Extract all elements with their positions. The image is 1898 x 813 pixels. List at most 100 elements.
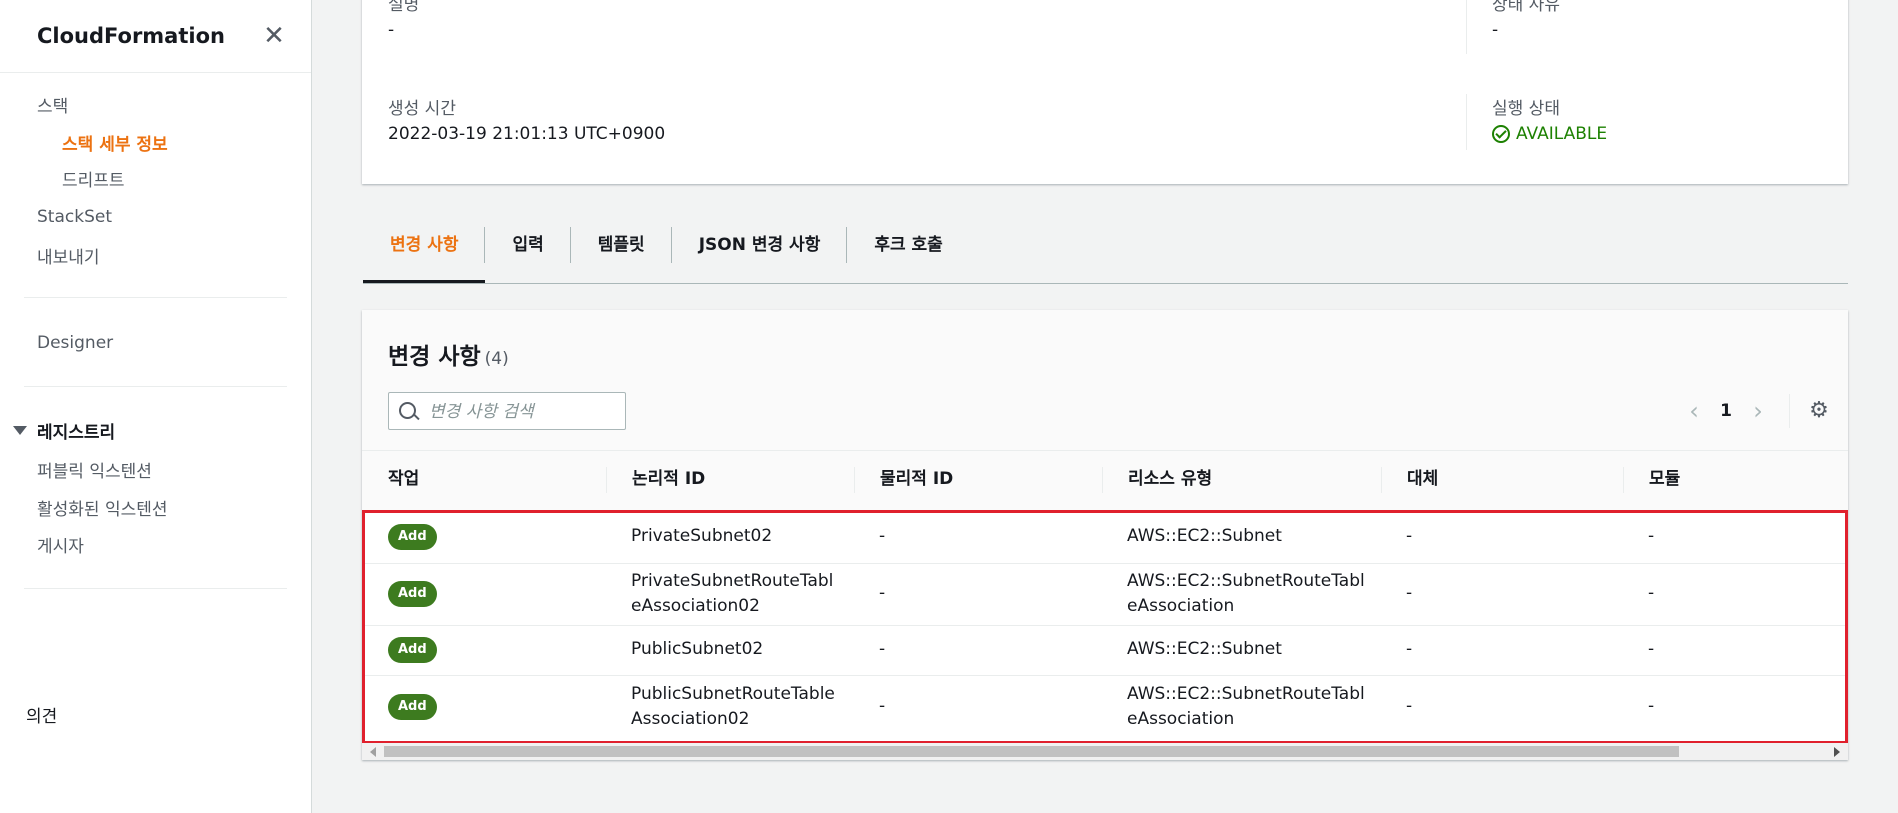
physical-id: -: [879, 526, 886, 546]
tab-template[interactable]: 템플릿: [571, 225, 672, 283]
table-row: Add PrivateSubnet02 - AWS::EC2::Subnet -…: [362, 511, 1848, 564]
sidebar-section-registry[interactable]: 레지스트리: [37, 418, 115, 443]
tab-label: 입력: [512, 235, 544, 255]
tab-changes[interactable]: 변경 사항: [363, 225, 486, 283]
sidebar-item-publisher[interactable]: 게시자: [37, 532, 84, 557]
column-header-label: 작업: [388, 469, 420, 489]
column-header-physical-id[interactable]: 물리적 ID: [854, 451, 1102, 511]
chevron-right-icon[interactable]: ›: [1743, 397, 1773, 425]
changes-search[interactable]: [388, 392, 626, 431]
scroll-right-icon[interactable]: [1834, 747, 1840, 757]
column-header-resource-type[interactable]: 리소스 유형: [1102, 451, 1381, 511]
side-navigation: CloudFormation ✕ 스택 스택 세부 정보 드리프트 StackS…: [0, 0, 312, 813]
logical-id: PublicSubnet02: [631, 639, 764, 659]
chevron-left-icon[interactable]: ‹: [1679, 397, 1709, 425]
horizontal-scrollbar[interactable]: [362, 743, 1848, 760]
physical-id: -: [879, 696, 886, 716]
replacement: -: [1406, 696, 1413, 716]
column-header-action[interactable]: 작업: [362, 451, 606, 511]
resource-type: AWS::EC2::Subnet: [1127, 526, 1282, 546]
tab-label: 후크 호출: [874, 235, 943, 255]
status-reason-value: -: [1492, 20, 1499, 40]
sidebar-divider: [24, 588, 287, 589]
module: -: [1648, 526, 1655, 546]
execution-status: AVAILABLE: [1492, 124, 1607, 144]
description-label: 설명: [388, 0, 420, 15]
scrollbar-thumb[interactable]: [384, 746, 1679, 757]
resource-type-line-2: eAssociation: [1127, 709, 1235, 729]
tab-list: 변경 사항 입력 템플릿 JSON 변경 사항 후크 호출: [363, 225, 1848, 284]
sidebar-title[interactable]: CloudFormation: [37, 24, 225, 48]
replacement: -: [1406, 639, 1413, 659]
column-divider: [1466, 94, 1467, 150]
tab-label: 템플릿: [597, 235, 645, 255]
module: -: [1648, 583, 1655, 603]
column-header-label: 리소스 유형: [1128, 469, 1213, 489]
column-divider: [1102, 467, 1103, 493]
page-number[interactable]: 1: [1709, 401, 1743, 421]
column-divider: [1466, 0, 1467, 54]
sidebar-item-public-extensions[interactable]: 퍼블릭 익스텐션: [37, 457, 152, 482]
replacement: -: [1406, 526, 1413, 546]
column-header-label: 물리적 ID: [880, 469, 954, 489]
sidebar-item-activated-extensions[interactable]: 활성화된 익스텐션: [37, 495, 168, 520]
column-divider: [854, 467, 855, 493]
resource-type-line-2: eAssociation: [1127, 596, 1235, 616]
search-icon: [399, 402, 416, 419]
changes-count: (4): [484, 349, 509, 369]
physical-id: -: [879, 639, 886, 659]
logical-id-line-2: eAssociation02: [631, 596, 760, 616]
logical-id: PrivateSubnet02: [631, 526, 773, 546]
logical-id-line-2: Association02: [631, 709, 750, 729]
sidebar-item-stacks[interactable]: 스택: [37, 92, 68, 117]
created-time-label: 생성 시간: [388, 99, 456, 119]
column-header-label: 대체: [1407, 469, 1439, 489]
gear-icon[interactable]: ⚙: [1808, 400, 1830, 422]
resource-type-line-1: AWS::EC2::SubnetRouteTabl: [1127, 571, 1365, 591]
execution-status-value: AVAILABLE: [1516, 124, 1608, 144]
caret-down-icon[interactable]: [13, 426, 27, 435]
logical-id-line-1: PrivateSubnetRouteTabl: [631, 571, 834, 591]
tab-label: 변경 사항: [390, 235, 459, 255]
resource-type: AWS::EC2::Subnet: [1127, 639, 1282, 659]
table-row: Add PrivateSubnetRouteTabl eAssociation0…: [362, 563, 1848, 626]
sidebar-item-stack-details[interactable]: 스택 세부 정보: [62, 130, 168, 155]
column-divider: [606, 467, 607, 493]
tab-label: JSON 변경 사항: [698, 235, 821, 255]
changes-table-container: 변경 사항(4) ‹ 1 › ⚙ 작업 논리적 ID 물리적 ID 리소스 유형…: [362, 310, 1848, 760]
sidebar-divider: [24, 386, 287, 387]
search-input[interactable]: [427, 393, 621, 431]
created-time-value: 2022-03-19 21:01:13 UTC+0900: [388, 124, 666, 144]
module: -: [1648, 639, 1655, 659]
table-column-headers: 작업 논리적 ID 물리적 ID 리소스 유형 대체 모듈: [362, 450, 1848, 512]
tab-parameters[interactable]: 입력: [485, 225, 571, 283]
check-circle-icon: [1492, 125, 1510, 143]
close-icon[interactable]: ✕: [262, 23, 286, 49]
description-value: -: [388, 20, 395, 40]
column-header-logical-id[interactable]: 논리적 ID: [606, 451, 854, 511]
sidebar-item-stackset[interactable]: StackSet: [37, 207, 112, 227]
pagination: ‹ 1 › ⚙: [1679, 394, 1848, 428]
status-reason-label: 상태 사유: [1492, 0, 1560, 15]
column-divider: [1381, 467, 1382, 493]
physical-id: -: [879, 583, 886, 603]
column-header-replacement[interactable]: 대체: [1381, 451, 1623, 511]
tab-json-changes[interactable]: JSON 변경 사항: [672, 225, 848, 283]
column-header-module[interactable]: 모듈: [1623, 451, 1848, 511]
sidebar-item-designer[interactable]: Designer: [37, 333, 113, 353]
replacement: -: [1406, 583, 1413, 603]
action-badge: Add: [388, 637, 437, 663]
pager-divider: [1789, 394, 1790, 428]
changes-title: 변경 사항 (4): [388, 337, 509, 371]
main-content: 설명 - 상태 사유 - 생성 시간 2022-03-19 21:01:13 U…: [312, 0, 1898, 813]
sidebar-divider: [24, 297, 287, 298]
scroll-left-icon[interactable]: [370, 747, 376, 757]
column-header-label: 모듈: [1649, 469, 1681, 489]
action-badge: Add: [388, 524, 437, 550]
resource-type-line-1: AWS::EC2::SubnetRouteTabl: [1127, 684, 1365, 704]
sidebar-item-exports[interactable]: 내보내기: [37, 243, 100, 268]
column-divider: [1623, 467, 1624, 493]
sidebar-item-feedback[interactable]: 의견: [26, 702, 57, 727]
tab-hook-invocations[interactable]: 후크 호출: [847, 225, 969, 283]
sidebar-item-drift[interactable]: 드리프트: [62, 166, 125, 191]
